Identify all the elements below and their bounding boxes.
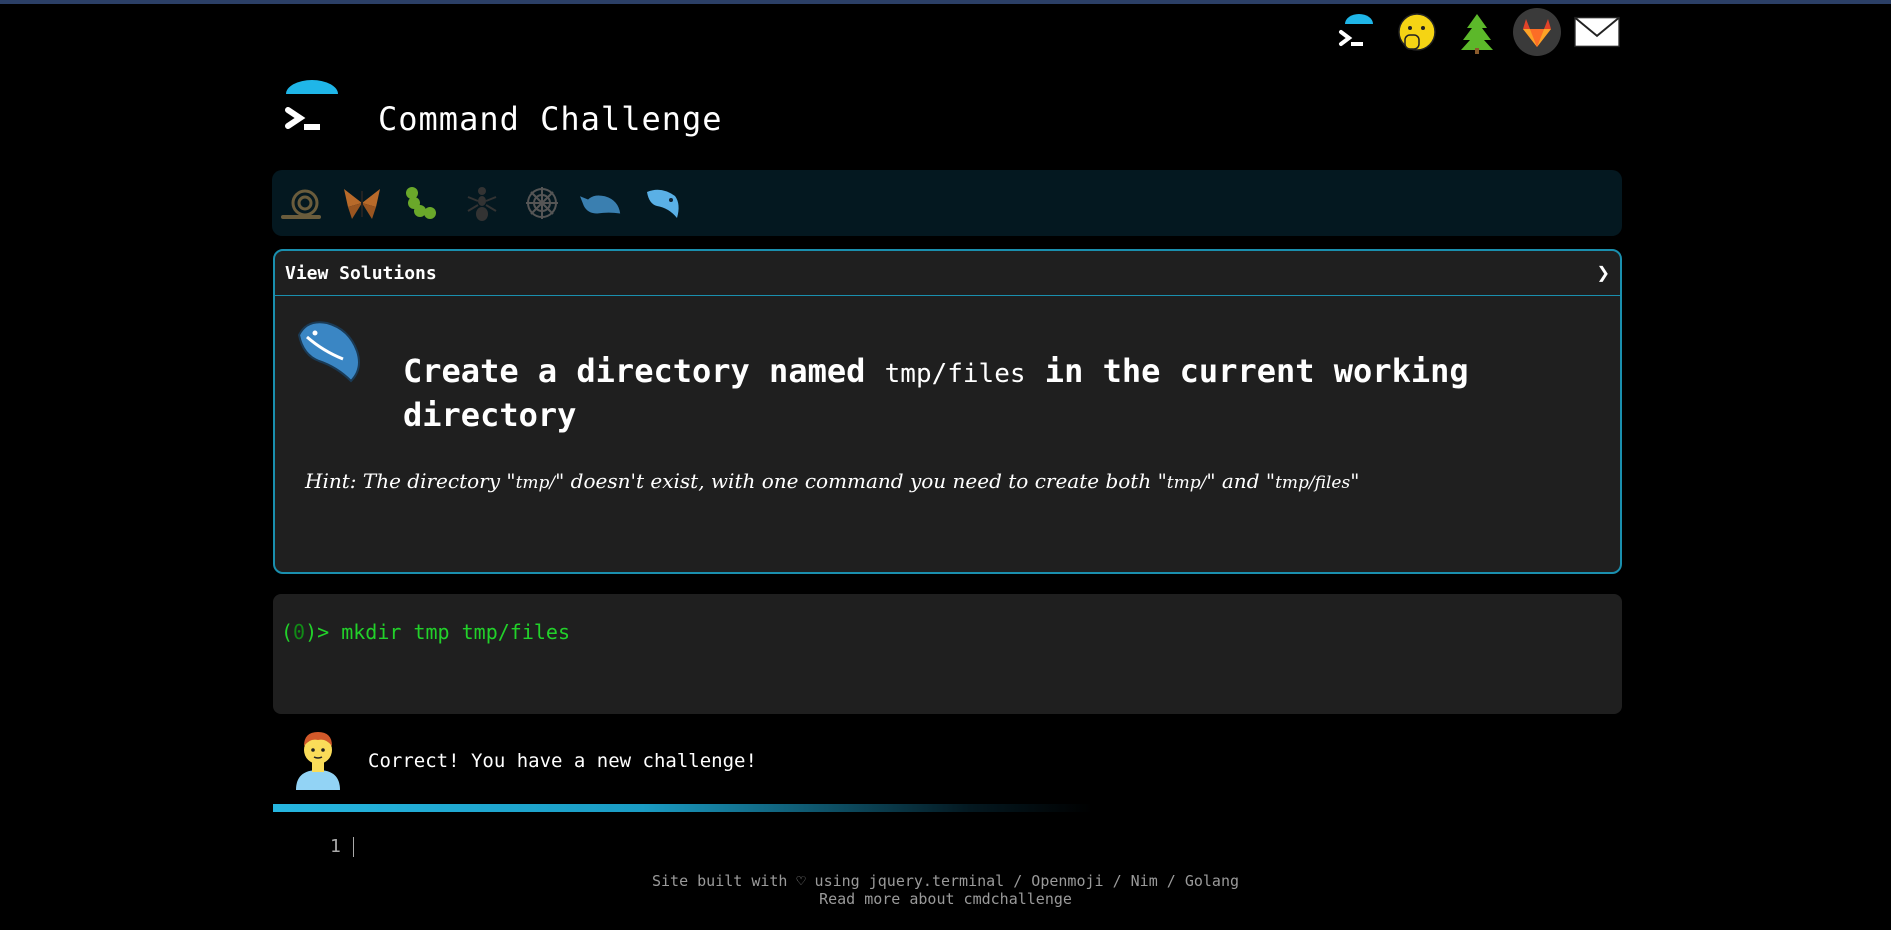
hint-code: tmp/files bbox=[1275, 473, 1351, 493]
terminal[interactable]: (0)> mkdir tmp tmp/files bbox=[273, 594, 1622, 714]
challenge-panel: View Solutions ❯ Create a directory name… bbox=[273, 249, 1622, 574]
person-avatar-icon bbox=[290, 728, 346, 794]
chevron-right-icon: ❯ bbox=[1596, 260, 1610, 286]
editor-line-number: 1 bbox=[330, 836, 341, 857]
prompt-symbol: )> bbox=[305, 620, 342, 644]
hint-code: tmp/ bbox=[1166, 473, 1207, 493]
footer-credits: Site built with ♡ using jquery.terminal … bbox=[652, 872, 1239, 890]
dolphin-icon[interactable] bbox=[640, 181, 684, 225]
hint-text: " and " bbox=[1206, 469, 1276, 493]
page-title: Command Challenge bbox=[378, 100, 723, 138]
feedback-message: Correct! You have a new challenge! bbox=[368, 750, 757, 772]
terminal-command-line: (0)> mkdir tmp tmp/files bbox=[281, 620, 570, 644]
terminal-icon[interactable] bbox=[1333, 8, 1381, 56]
command-editor[interactable]: 1 bbox=[330, 836, 354, 857]
terminal-command: mkdir tmp tmp/files bbox=[341, 620, 570, 644]
challenge-title-code: tmp/files bbox=[884, 359, 1026, 389]
whale-level-icon bbox=[293, 315, 365, 391]
text-cursor bbox=[352, 837, 354, 857]
ant-icon[interactable] bbox=[460, 181, 504, 225]
footer: Site built with ♡ using jquery.terminal … bbox=[0, 872, 1891, 908]
top-accent-line bbox=[0, 0, 1891, 4]
level-icon-bar bbox=[272, 170, 1622, 236]
hint-text: " doesn't exist, with one command you ne… bbox=[555, 469, 1167, 493]
challenge-title-text: Create a directory named bbox=[403, 352, 885, 390]
hint-code: tmp/ bbox=[515, 473, 556, 493]
challenge-title: Create a directory named tmp/files in th… bbox=[403, 351, 1543, 436]
top-nav bbox=[1333, 8, 1621, 56]
mail-icon[interactable] bbox=[1573, 8, 1621, 56]
progress-bar bbox=[273, 804, 1093, 812]
hint-text: Hint: The directory " bbox=[305, 469, 516, 493]
shush-face-icon[interactable] bbox=[1393, 8, 1441, 56]
view-solutions-label: View Solutions bbox=[285, 262, 437, 284]
caterpillar-icon[interactable] bbox=[400, 181, 444, 225]
challenge-hint: Hint: The directory "tmp/" doesn't exist… bbox=[305, 466, 1545, 498]
footer-read-more-link[interactable]: Read more about cmdchallenge bbox=[0, 890, 1891, 908]
gitlab-icon[interactable] bbox=[1513, 8, 1561, 56]
view-solutions-toggle[interactable]: View Solutions ❯ bbox=[275, 251, 1620, 296]
spiderweb-icon[interactable] bbox=[520, 181, 564, 225]
feedback-row: Correct! You have a new challenge! bbox=[290, 728, 757, 794]
butterfly-icon[interactable] bbox=[340, 181, 384, 225]
prompt-paren: ( bbox=[281, 620, 294, 644]
tree-icon[interactable] bbox=[1453, 8, 1501, 56]
page-header: Command Challenge bbox=[278, 80, 723, 150]
terminal-logo-icon[interactable] bbox=[278, 80, 348, 150]
prompt-exit-code: 0 bbox=[293, 620, 306, 644]
whale-icon[interactable] bbox=[580, 181, 624, 225]
hint-text: " bbox=[1350, 469, 1360, 493]
snail-icon[interactable] bbox=[280, 181, 324, 225]
